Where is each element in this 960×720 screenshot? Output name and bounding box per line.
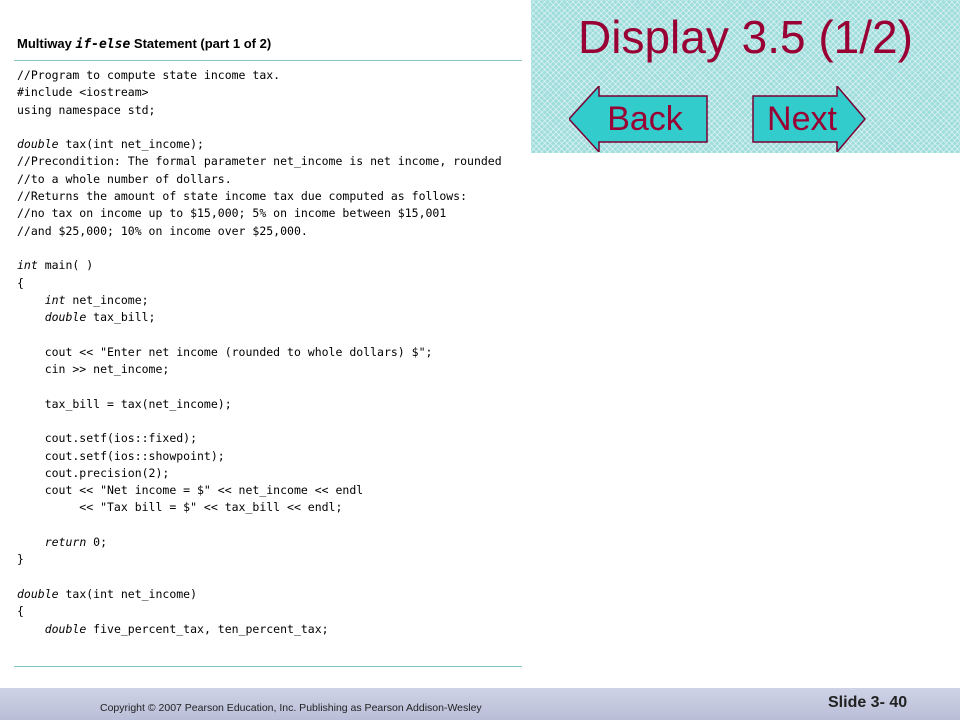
code-line: using namespace std; <box>17 102 156 117</box>
code-line: double tax_bill; <box>44 310 156 325</box>
code-line: #include <iostream> <box>17 85 149 100</box>
code-line: return 0; <box>44 535 108 550</box>
code-line: cout << "Enter net income (rounded to wh… <box>17 344 433 359</box>
code-line: int net_income; <box>44 292 149 307</box>
back-button[interactable]: Back <box>569 86 709 152</box>
caption-prefix: Multiway <box>17 36 76 51</box>
code-line: cout << "Net income = $" << net_income <… <box>17 483 364 498</box>
code-line: cout.setf(ios::fixed); <box>17 431 198 446</box>
caption-divider <box>14 60 522 61</box>
back-button-label: Back <box>607 99 683 138</box>
code-line: << "Tax bill = $" << tax_bill << endl; <box>17 500 343 515</box>
code-line: cin >> net_income; <box>17 362 170 377</box>
code-line: double tax(int net_income); <box>17 137 204 152</box>
caption-suffix: Statement (part 1 of 2) <box>130 36 272 51</box>
header-panel: Display 3.5 (1/2) Back Next <box>531 0 960 153</box>
code-line: { <box>17 275 24 290</box>
slide-title: Display 3.5 (1/2) <box>578 11 913 63</box>
code-line: tax_bill = tax(net_income); <box>17 396 232 411</box>
code-line: cout.precision(2); <box>17 465 170 480</box>
code-line: //Program to compute state income tax. <box>17 68 281 82</box>
code-line: //Precondition: The formal parameter net… <box>17 154 502 169</box>
code-line: } <box>17 552 24 567</box>
code-line: //and $25,000; 10% on income over $25,00… <box>17 223 308 238</box>
code-line: double five_percent_tax, ten_percent_tax… <box>44 621 329 636</box>
display-caption: Multiway if-else Statement (part 1 of 2) <box>17 36 271 52</box>
code-line: { <box>17 604 24 619</box>
code-line: int main( ) <box>17 258 94 273</box>
caption-keyword: if-else <box>75 37 131 52</box>
next-button[interactable]: Next <box>751 86 867 152</box>
code-line: cout.setf(ios::showpoint); <box>17 448 225 463</box>
code-line: //no tax on income up to $15,000; 5% on … <box>17 206 447 221</box>
slide-number: Slide 3- 40 <box>828 694 908 711</box>
copyright-text: Copyright © 2007 Pearson Education, Inc.… <box>100 702 482 714</box>
code-line: double tax(int net_income) <box>17 586 198 601</box>
code-line: //to a whole number of dollars. <box>17 171 232 186</box>
next-button-label: Next <box>767 99 837 138</box>
code-line: //Returns the amount of state income tax… <box>17 189 468 204</box>
code-listing: //Program to compute state income tax. #i… <box>17 67 502 638</box>
listing-bottom-divider <box>14 666 522 667</box>
